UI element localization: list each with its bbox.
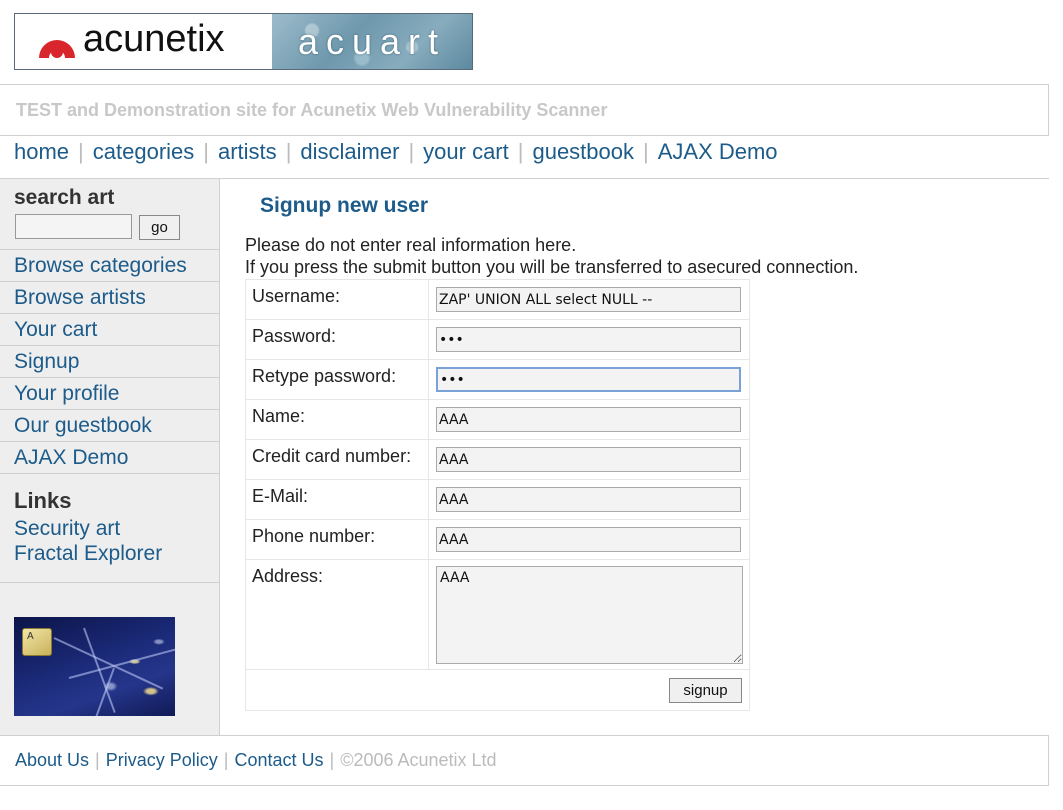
sidebar: search art go Browse categories Browse a…	[0, 179, 220, 736]
nav-categories[interactable]: categories	[93, 139, 195, 165]
nav-separator: |	[408, 139, 415, 164]
address-label: Address:	[245, 559, 429, 670]
password-label: Password:	[245, 319, 429, 360]
email-label: E-Mail:	[245, 479, 429, 520]
site-logo: acunetix acuart	[14, 13, 473, 70]
phone-label: Phone number:	[245, 519, 429, 560]
nav-artists[interactable]: artists	[218, 139, 277, 165]
sidebar-item-signup[interactable]: Signup	[0, 346, 219, 378]
password-field[interactable]	[436, 327, 741, 352]
nav-guestbook[interactable]: guestbook	[532, 139, 634, 165]
search-input[interactable]	[15, 214, 132, 239]
credit-card-field[interactable]	[436, 447, 741, 472]
username-label: Username:	[245, 279, 429, 320]
address-field[interactable]: AAA	[436, 566, 743, 664]
intro-text: Please do not enter real information her…	[245, 234, 858, 278]
footer-about-us[interactable]: About Us	[15, 750, 89, 771]
nav-separator: |	[78, 139, 84, 164]
sidebar-item-browse-artists[interactable]: Browse artists	[0, 282, 219, 314]
nav-home[interactable]: home	[14, 139, 69, 165]
nav-disclaimer[interactable]: disclaimer	[300, 139, 399, 165]
footer-privacy-policy[interactable]: Privacy Policy	[106, 750, 218, 771]
page-title: Signup new user	[260, 194, 429, 217]
nav-separator: |	[517, 139, 524, 164]
nav-separator: |	[643, 139, 649, 164]
sidebar-item-browse-categories[interactable]: Browse categories	[0, 250, 219, 282]
intro-line: If you press the submit button you will …	[245, 257, 859, 277]
links-title: Links	[14, 488, 72, 513]
nav-ajax-demo[interactable]: AJAX Demo	[658, 139, 778, 165]
site-tagline: TEST and Demonstration site for Acunetix…	[0, 84, 1049, 136]
link-security-art[interactable]: Security art	[14, 517, 120, 541]
nav-your-cart[interactable]: your cart	[423, 139, 509, 165]
key-cap-icon: A	[22, 628, 52, 656]
name-field[interactable]	[436, 407, 741, 432]
retype-password-label: Retype password:	[245, 359, 429, 400]
intro-line: Please do not enter real information her…	[245, 235, 577, 255]
brand-name: acunetix	[83, 18, 225, 60]
credit-card-label: Credit card number:	[245, 439, 429, 480]
fractal-image[interactable]: A	[14, 617, 175, 716]
signup-button[interactable]: signup	[669, 678, 742, 703]
divider	[0, 582, 219, 583]
sidebar-item-our-guestbook[interactable]: Our guestbook	[0, 410, 219, 442]
email-field[interactable]	[436, 487, 741, 512]
signup-form: Username: Password: Retype password: Nam…	[245, 279, 750, 711]
acunetix-logo-icon	[39, 39, 75, 58]
footer: About Us | Privacy Policy | Contact Us |…	[0, 735, 1049, 786]
sidebar-item-ajax-demo[interactable]: AJAX Demo	[0, 442, 219, 474]
name-label: Name:	[245, 399, 429, 440]
phone-field[interactable]	[436, 527, 741, 552]
sidebar-item-your-cart[interactable]: Your cart	[0, 314, 219, 346]
product-name: acuart	[297, 20, 447, 62]
sidebar-menu: Browse categories Browse artists Your ca…	[0, 249, 219, 474]
footer-contact-us[interactable]: Contact Us	[234, 750, 323, 771]
link-fractal-explorer[interactable]: Fractal Explorer	[14, 542, 162, 566]
top-navigation: home | categories | artists | disclaimer…	[14, 138, 778, 166]
sidebar-item-your-profile[interactable]: Your profile	[0, 378, 219, 410]
footer-copyright: ©2006 Acunetix Ltd	[340, 750, 497, 770]
footer-separator: |	[223, 750, 229, 770]
nav-separator: |	[203, 139, 209, 164]
search-go-button[interactable]: go	[139, 215, 180, 240]
search-title: search art	[14, 186, 115, 209]
footer-separator: |	[329, 750, 335, 770]
footer-separator: |	[95, 750, 100, 770]
nav-separator: |	[285, 139, 292, 164]
username-field[interactable]	[436, 287, 741, 312]
retype-password-field[interactable]	[436, 367, 741, 392]
